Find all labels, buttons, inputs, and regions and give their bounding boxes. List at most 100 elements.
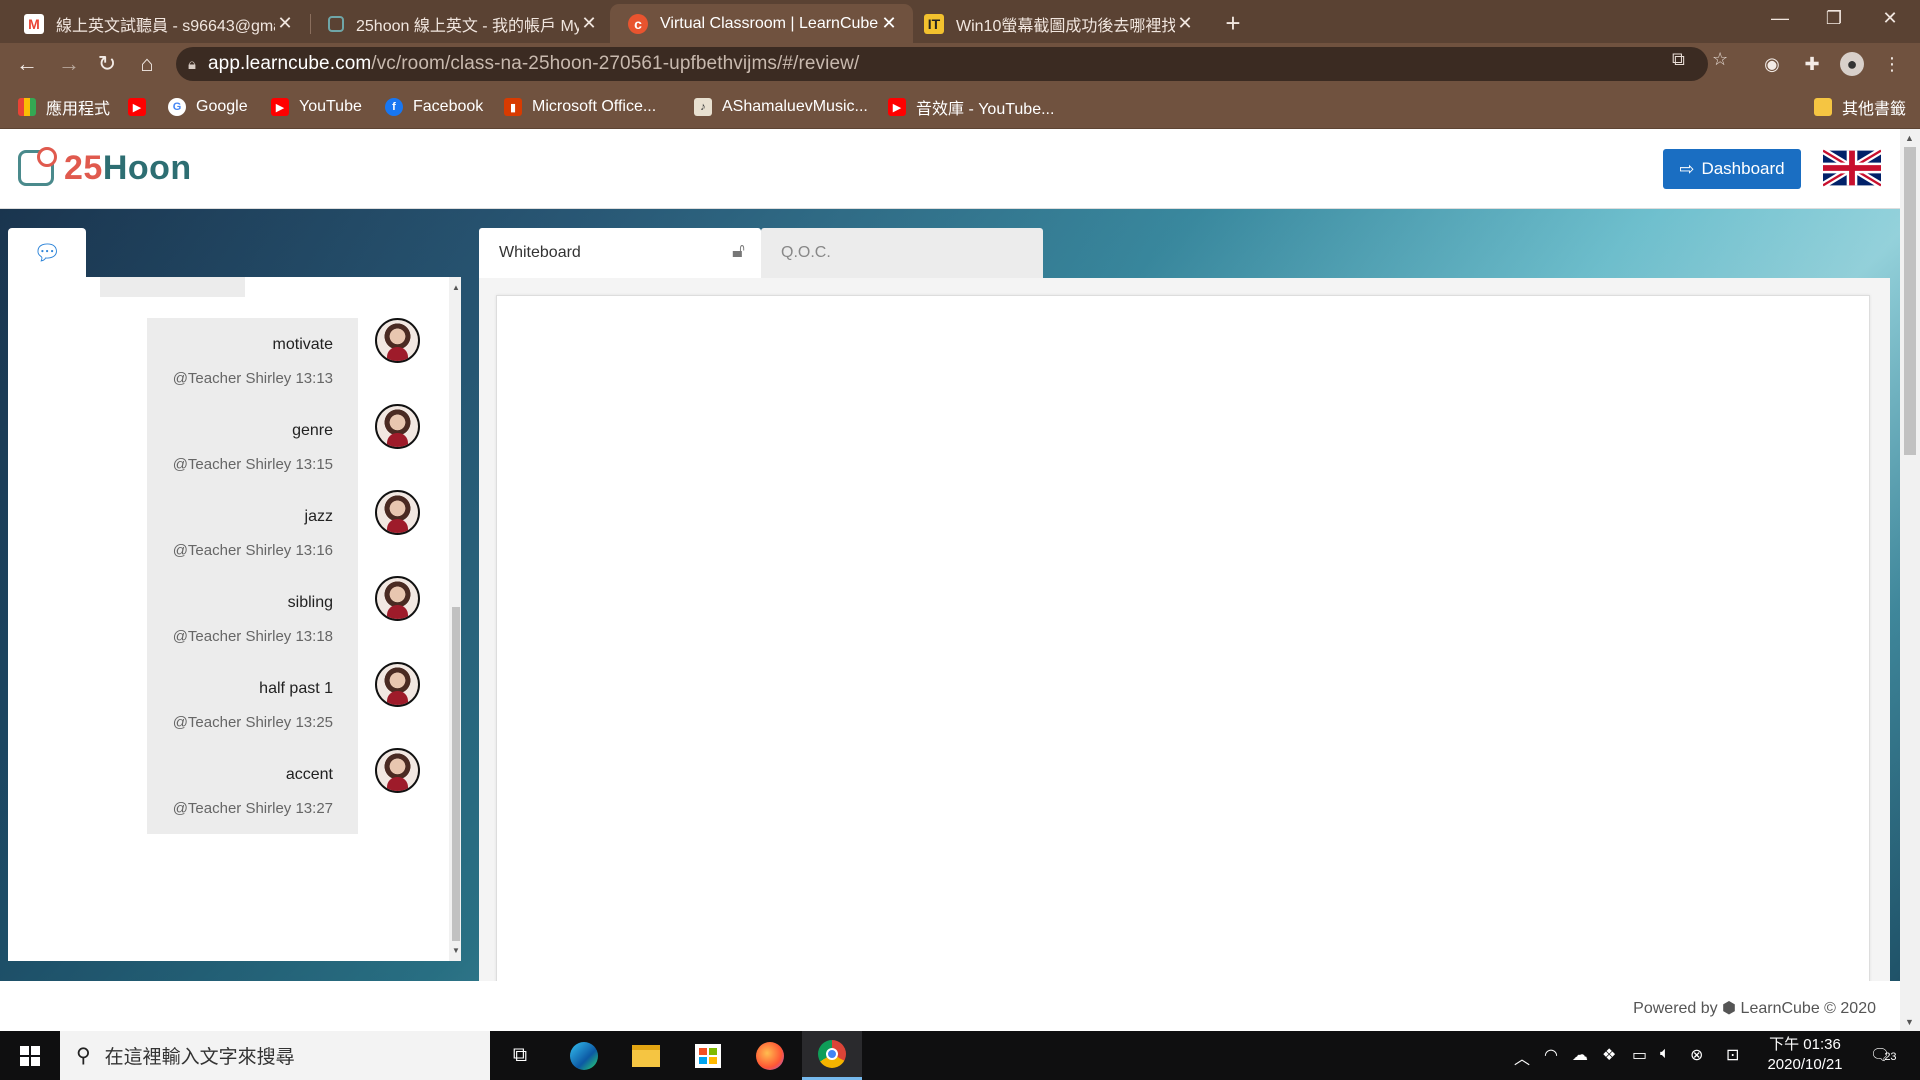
chat-message-meta: @Teacher Shirley 13:25 xyxy=(172,714,333,731)
tab-title: Virtual Classroom | LearnCube xyxy=(660,14,879,32)
error-icon[interactable]: ⊗ xyxy=(1690,1045,1703,1065)
chat-scrollbar[interactable]: ▲ ▼ xyxy=(449,277,461,961)
gmail-icon: M xyxy=(24,13,44,34)
whiteboard-area xyxy=(479,278,1890,995)
chat-tab[interactable]: 💬︎ xyxy=(8,228,86,277)
chat-message-text: half past 1 xyxy=(259,680,333,697)
extensions-puzzle-icon[interactable]: ✚ xyxy=(1800,52,1824,76)
facebook-icon: f xyxy=(385,98,403,116)
dashboard-button[interactable]: ⇨ Dashboard xyxy=(1663,149,1801,189)
file-explorer-icon[interactable] xyxy=(616,1031,676,1080)
new-tab-button[interactable]: + xyxy=(1216,7,1250,41)
profile-avatar[interactable]: ● xyxy=(1840,52,1864,76)
bookmarks-bar: 應用程式 ▶ G Google ▶ YouTube f Facebook ▮ M… xyxy=(0,85,1920,129)
avatar xyxy=(375,662,420,707)
close-tab-icon[interactable]: ✕ xyxy=(1175,13,1195,34)
tab-label: Whiteboard xyxy=(499,244,581,261)
music-icon: ♪ xyxy=(694,98,712,116)
start-button[interactable] xyxy=(0,1031,60,1080)
taskbar-clock[interactable]: 下午 01:36 2020/10/21 xyxy=(1760,1035,1850,1075)
notification-center-icon[interactable]: 🗨︎23 xyxy=(1870,1045,1897,1065)
extension-record-icon[interactable]: ◉ xyxy=(1760,52,1784,76)
minimize-button[interactable]: — xyxy=(1752,0,1808,38)
forward-button[interactable]: → xyxy=(54,49,84,79)
store-icon[interactable] xyxy=(678,1031,738,1080)
taskbar-search-box[interactable]: ⚲ 在這裡輸入文字來搜尋 xyxy=(60,1031,490,1080)
browser-tab-learncube[interactable]: c Virtual Classroom | LearnCube ✕ xyxy=(610,4,913,43)
close-tab-icon[interactable]: ✕ xyxy=(275,13,295,34)
browser-toolbar: ← → ↻ ⌂ 🔒︎ app.learncube.com/vc/room/cla… xyxy=(0,43,1920,85)
lock-icon[interactable]: 🔒︎ xyxy=(188,56,196,73)
bookmark-music[interactable]: ♪ AShamaluevMusic... xyxy=(694,95,868,119)
browser-tab-win10[interactable]: IT Win10螢幕截圖成功後去哪裡找 ✕ xyxy=(906,4,1209,43)
chat-message-meta: @Teacher Shirley 13:16 xyxy=(172,542,333,559)
browser-tab-gmail[interactable]: M 線上英文試聽員 - s96643@gma ✕ xyxy=(6,4,309,43)
tab-title: 25hoon 線上英文 - 我的帳戶 My xyxy=(356,17,579,35)
scroll-down-arrow-icon[interactable]: ▼ xyxy=(1905,1017,1914,1027)
volume-icon[interactable]: 🔈︎ xyxy=(1660,1045,1670,1063)
unlock-icon[interactable]: 🔓︎ xyxy=(732,240,745,263)
powered-by-text: Powered by ⬢ LearnCube © 2020 xyxy=(1633,1000,1876,1017)
bookmark-youtube-1[interactable]: ▶ xyxy=(128,95,156,119)
tab-title: 線上英文試聽員 - s96643@gma xyxy=(56,17,275,35)
uk-flag-icon[interactable] xyxy=(1823,149,1881,187)
bookmark-label: 音效庫 - YouTube... xyxy=(916,101,1055,118)
whiteboard-canvas[interactable] xyxy=(496,295,1870,995)
chat-message-text: motivate xyxy=(272,336,333,353)
scrollbar-thumb[interactable] xyxy=(1904,147,1916,455)
bookmark-facebook[interactable]: f Facebook xyxy=(385,95,483,119)
reload-button[interactable]: ↻ xyxy=(92,49,122,79)
bookmark-star-icon[interactable]: ☆ xyxy=(1712,49,1728,70)
youtube-icon: ▶ xyxy=(271,98,289,116)
tab-title: Win10螢幕截圖成功後去哪裡找 xyxy=(956,17,1175,35)
edge-icon[interactable] xyxy=(554,1031,614,1080)
close-tab-icon[interactable]: ✕ xyxy=(879,13,899,34)
bookmark-google[interactable]: G Google xyxy=(168,95,248,119)
youtube-icon: ▶ xyxy=(128,98,146,116)
chat-message-text: accent xyxy=(285,766,333,783)
bookmark-sound-library[interactable]: ▶ 音效庫 - YouTube... xyxy=(888,95,1054,119)
scroll-up-arrow-icon[interactable]: ▲ xyxy=(452,283,460,292)
learncube-icon: c xyxy=(628,13,648,34)
back-button[interactable]: ← xyxy=(12,49,42,79)
bookmark-youtube[interactable]: ▶ YouTube xyxy=(271,95,362,119)
clock-time: 下午 01:36 xyxy=(1769,1036,1841,1053)
chat-message-meta: @Teacher Shirley 13:13 xyxy=(172,370,333,387)
translate-icon[interactable]: ⧉ xyxy=(1672,49,1685,70)
tab-qoc[interactable]: Q.O.C. xyxy=(761,228,1043,278)
close-tab-icon[interactable]: ✕ xyxy=(579,13,599,34)
chat-message-meta: @Teacher Shirley 13:18 xyxy=(172,628,333,645)
firefox-icon[interactable] xyxy=(740,1031,800,1080)
close-window-button[interactable]: ✕ xyxy=(1862,0,1918,38)
bookmark-label: 其他書籤 xyxy=(1842,101,1907,118)
bookmark-apps[interactable]: 應用程式 xyxy=(18,95,110,119)
show-hidden-icons-icon[interactable]: ︿ xyxy=(1514,1045,1530,1069)
bookmark-office[interactable]: ▮ Microsoft Office... xyxy=(504,95,656,119)
page-scrollbar[interactable]: ▲ ▼ xyxy=(1900,129,1920,1031)
tab-whiteboard[interactable]: Whiteboard 🔓︎ xyxy=(479,228,761,278)
scroll-up-arrow-icon[interactable]: ▲ xyxy=(1905,133,1914,143)
task-view-icon[interactable]: ⧉ xyxy=(490,1031,550,1080)
learncube-cube-icon: ⬢ xyxy=(1722,1000,1737,1017)
chat-message: half past 1 @Teacher Shirley 13:25 xyxy=(147,662,358,748)
menu-kebab-icon[interactable]: ⋮ xyxy=(1880,52,1904,76)
other-bookmarks[interactable]: 其他書籤 xyxy=(1814,95,1906,119)
logo[interactable]: 25Hoon xyxy=(18,147,192,189)
input-method-icon[interactable]: ⊡ xyxy=(1726,1045,1739,1065)
it-icon: IT xyxy=(924,13,944,34)
scroll-down-arrow-icon[interactable]: ▼ xyxy=(452,946,460,955)
address-bar[interactable]: 🔒︎ app.learncube.com/vc/room/class-na-25… xyxy=(176,47,1708,81)
logo-text: 25Hoon xyxy=(64,148,192,187)
onedrive-icon[interactable]: ☁ xyxy=(1572,1045,1588,1065)
chrome-icon[interactable] xyxy=(802,1031,862,1080)
sign-out-icon: ⇨ xyxy=(1679,158,1695,179)
browser-tab-25hoon[interactable]: 25hoon 線上英文 - 我的帳戶 My ✕ xyxy=(310,4,613,43)
chat-panel[interactable]: motivate @Teacher Shirley 13:13 genre @T… xyxy=(8,277,461,961)
home-button[interactable]: ⌂ xyxy=(132,49,162,79)
wifi-icon[interactable]: ◠ xyxy=(1544,1045,1558,1065)
restore-button[interactable]: ❐ xyxy=(1806,0,1862,38)
web-page: 25Hoon ⇨ Dashboard 💬︎ motivate @Teacher … xyxy=(0,129,1900,1031)
battery-icon[interactable]: ▭ xyxy=(1632,1045,1647,1065)
dropbox-icon[interactable]: ❖ xyxy=(1602,1045,1616,1065)
scrollbar-thumb[interactable] xyxy=(452,607,460,941)
